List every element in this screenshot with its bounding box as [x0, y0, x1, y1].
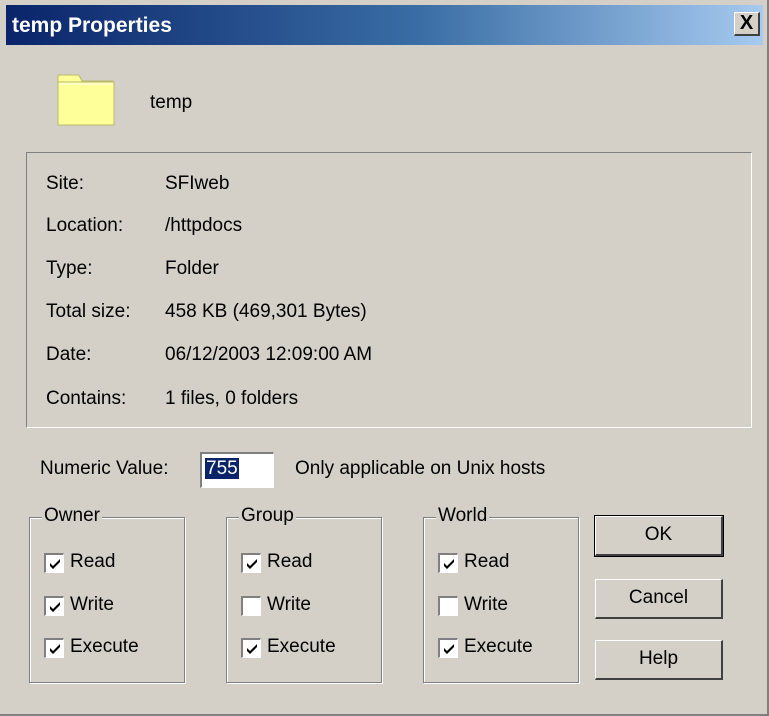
numeric-value-input[interactable]: 755 [200, 452, 274, 488]
check-icon [50, 602, 60, 612]
properties-dialog: temp Properties X temp Site: SFIweb Loca… [0, 0, 769, 716]
check-icon [444, 644, 454, 654]
info-label: Site: [46, 173, 85, 194]
check-icon [444, 559, 454, 569]
checkbox-label: Read [267, 551, 313, 572]
check-icon [50, 559, 60, 569]
close-icon: X [739, 12, 754, 34]
checkbox-label: Write [464, 594, 508, 615]
checkbox-box[interactable] [438, 553, 458, 573]
info-panel: Site: SFIweb Location: /httpdocs Type: F… [26, 152, 752, 428]
checkbox-box[interactable] [241, 553, 261, 573]
checkbox-box[interactable] [438, 638, 458, 658]
group-title: Owner [42, 505, 102, 527]
numeric-value-text: 755 [205, 458, 239, 479]
check-icon [50, 644, 60, 654]
check-icon [247, 644, 257, 654]
info-label: Type: [46, 258, 93, 279]
ok-button[interactable]: OK [594, 515, 724, 557]
owner-group: Owner Read Write Execute [29, 505, 185, 683]
checkbox-label: Read [70, 551, 116, 572]
checkbox-box[interactable] [44, 638, 64, 658]
info-value: /httpdocs [165, 215, 243, 236]
checkbox-label: Write [70, 594, 114, 615]
checkbox-box[interactable] [241, 638, 261, 658]
window-title: temp Properties [12, 14, 172, 37]
info-label: Contains: [46, 388, 127, 409]
info-value: Folder [165, 258, 219, 279]
unix-note: Only applicable on Unix hosts [295, 458, 546, 479]
info-value: SFIweb [165, 173, 230, 194]
help-button[interactable]: Help [595, 640, 723, 680]
group-title: Group [239, 505, 296, 527]
check-icon [247, 559, 257, 569]
checkbox-box[interactable] [438, 596, 458, 616]
checkbox-label: Read [464, 551, 510, 572]
info-value: 06/12/2003 12:09:00 AM [165, 344, 373, 365]
title-bar[interactable]: temp Properties X [6, 5, 763, 45]
checkbox-label: Execute [267, 636, 336, 657]
group-group: Group Read Write Execute [226, 505, 382, 683]
info-label: Location: [46, 215, 124, 236]
info-value: 458 KB (469,301 Bytes) [165, 301, 367, 322]
cancel-button[interactable]: Cancel [595, 579, 723, 619]
checkbox-box[interactable] [241, 596, 261, 616]
checkbox-label: Write [267, 594, 311, 615]
folder-name: temp [150, 92, 193, 113]
info-value: 1 files, 0 folders [165, 388, 299, 409]
numeric-value-label: Numeric Value: [40, 458, 169, 479]
checkbox-label: Execute [70, 636, 139, 657]
world-group: World Read Write Execute [423, 505, 579, 683]
close-button[interactable]: X [734, 12, 760, 36]
info-label: Date: [46, 344, 92, 365]
checkbox-box[interactable] [44, 596, 64, 616]
info-label: Total size: [46, 301, 131, 322]
checkbox-label: Execute [464, 636, 533, 657]
checkbox-box[interactable] [44, 553, 64, 573]
folder-icon [57, 74, 115, 126]
group-title: World [436, 505, 490, 527]
